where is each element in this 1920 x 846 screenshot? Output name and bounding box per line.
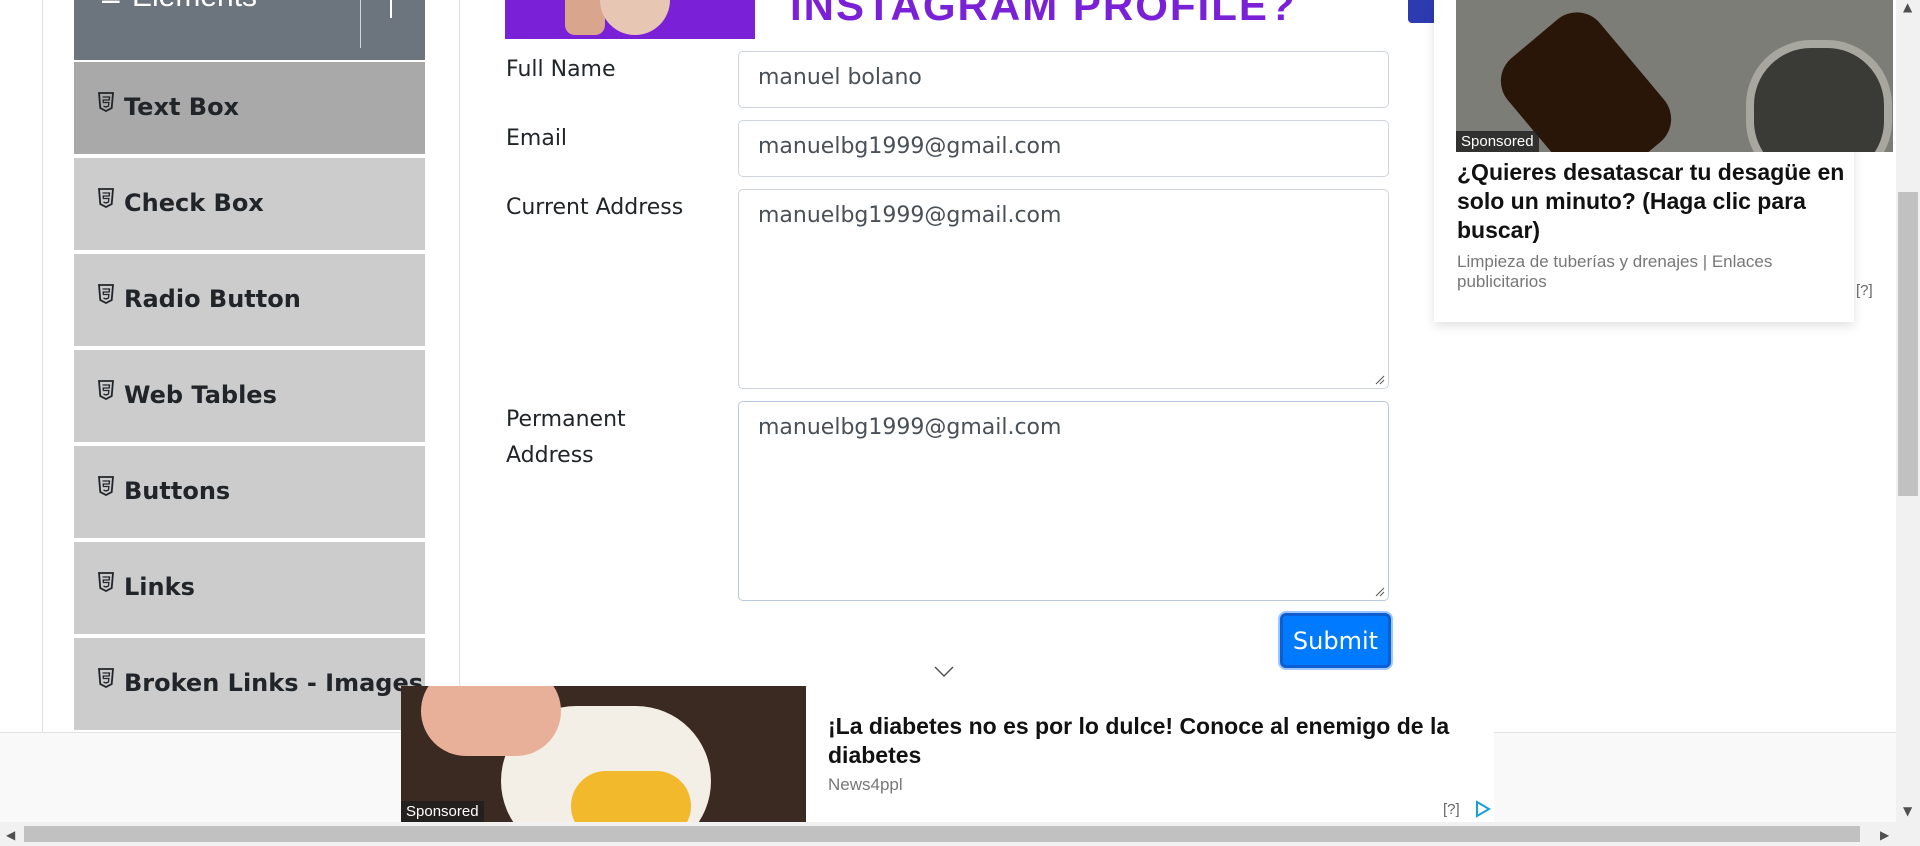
top-banner-image[interactable]: [505, 0, 755, 39]
sidebar-item-label: Web Tables: [124, 381, 277, 409]
sidebar-item-buttons[interactable]: Buttons: [74, 446, 425, 540]
sidebar-item-links[interactable]: Links: [74, 542, 425, 636]
email-input[interactable]: manuelbg1999@gmail.com: [738, 120, 1389, 177]
scroll-down-arrow-icon[interactable]: ▼: [1903, 804, 1912, 818]
top-banner-text[interactable]: INSTAGRAM PROFILE?: [790, 0, 1297, 30]
resize-handle-icon[interactable]: [1375, 375, 1385, 385]
html5-icon: [98, 572, 114, 592]
elements-group-header[interactable]: ☰ Elements: [74, 0, 425, 61]
group-title: Elements: [132, 0, 257, 14]
menu-icon: ☰: [100, 0, 122, 7]
full-name-input[interactable]: manuel bolano: [738, 51, 1389, 108]
sidebar-item-radio-button[interactable]: Radio Button: [74, 254, 425, 348]
horizontal-scroll-thumb[interactable]: [24, 826, 1860, 842]
sponsored-tag: Sponsored: [401, 801, 484, 822]
ad-title[interactable]: ¡La diabetes no es por lo dulce! Conoce …: [828, 712, 1488, 770]
sidebar-divider: [459, 0, 460, 732]
submit-button[interactable]: Submit: [1280, 613, 1391, 668]
html5-icon: [98, 92, 114, 112]
current-address-value: manuelbg1999@gmail.com: [758, 203, 1062, 228]
html5-icon: [98, 668, 114, 688]
header-separator: [360, 0, 361, 48]
ad-help[interactable]: [?]: [1443, 801, 1460, 818]
ad-help[interactable]: [?]: [1856, 282, 1873, 299]
scroll-up-arrow-icon[interactable]: ▲: [1903, 0, 1912, 14]
sidebar-item-label: Links: [124, 573, 195, 601]
html5-icon: [98, 188, 114, 208]
permanent-address-textarea[interactable]: manuelbg1999@gmail.com: [738, 401, 1389, 601]
sidebar-item-text-box[interactable]: Text Box: [74, 62, 425, 156]
html5-icon: [98, 284, 114, 304]
ad-image[interactable]: Sponsored: [1456, 0, 1893, 152]
ad-source[interactable]: Limpieza de tuberías y drenajes | Enlace…: [1457, 252, 1854, 292]
resize-handle-icon[interactable]: [1375, 587, 1385, 597]
scroll-right-arrow-icon[interactable]: ▶: [1880, 828, 1889, 842]
sidebar-item-web-tables[interactable]: Web Tables: [74, 350, 425, 444]
permanent-address-value: manuelbg1999@gmail.com: [758, 415, 1062, 440]
sponsored-ad-bottom[interactable]: Sponsored ¡La diabetes no es por lo dulc…: [401, 686, 1494, 822]
email-label: Email: [506, 126, 568, 151]
sidebar-item-label: Radio Button: [124, 285, 301, 313]
adchoices-icon[interactable]: [1473, 800, 1491, 818]
current-address-label: Current Address: [506, 195, 684, 220]
sponsored-tag: Sponsored: [1456, 131, 1539, 152]
page-left-border: [42, 0, 43, 732]
sidebar-item-label: Buttons: [124, 477, 231, 505]
scroll-left-arrow-icon[interactable]: ◀: [6, 828, 15, 842]
sidebar-item-label: Text Box: [124, 93, 240, 121]
vertical-scroll-thumb[interactable]: [1898, 192, 1918, 496]
sidebar-item-label: Broken Links - Images: [124, 669, 424, 697]
sidebar-item-label: Check Box: [124, 189, 264, 217]
sponsored-ad-right[interactable]: Sponsored ¿Quieres desatascar tu desagüe…: [1434, 0, 1893, 322]
ad-title[interactable]: ¿Quieres desatascar tu desagüe en solo u…: [1457, 158, 1877, 245]
sidebar-item-broken-links[interactable]: Broken Links - Images: [74, 638, 425, 732]
collapse-icon[interactable]: [379, 0, 403, 20]
ad-image[interactable]: Sponsored: [401, 686, 806, 822]
html5-icon: [98, 380, 114, 400]
sidebar-item-check-box[interactable]: Check Box: [74, 158, 425, 252]
ad-source[interactable]: News4ppl: [828, 775, 903, 795]
chevron-down-icon[interactable]: [933, 665, 955, 679]
full-name-label: Full Name: [506, 57, 616, 82]
html5-icon: [98, 476, 114, 496]
permanent-address-label-line1: Permanent: [506, 407, 626, 432]
permanent-address-label-line2: Address: [506, 443, 594, 468]
current-address-textarea[interactable]: manuelbg1999@gmail.com: [738, 189, 1389, 389]
